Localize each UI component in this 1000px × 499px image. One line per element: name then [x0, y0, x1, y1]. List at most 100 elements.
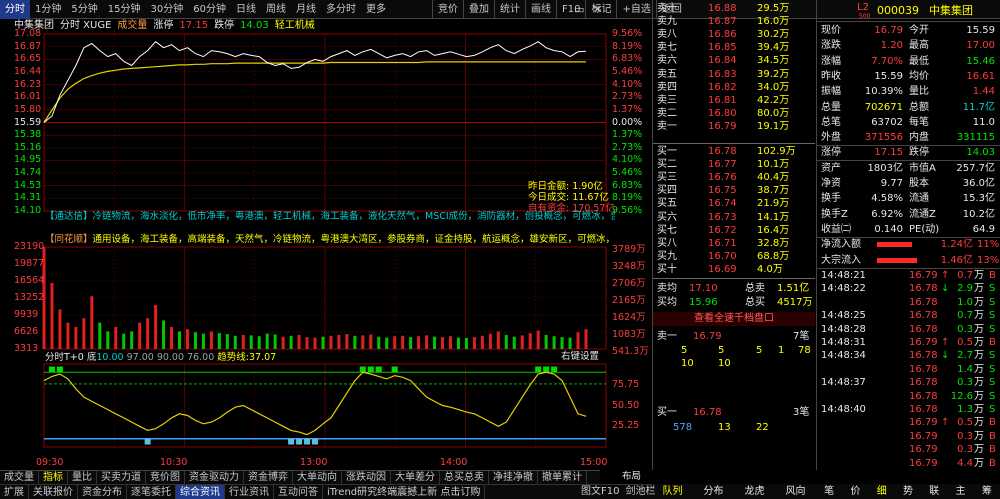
- toolbar-action-3[interactable]: 画线: [525, 0, 556, 19]
- toolbar-tab-9[interactable]: 多分时: [321, 0, 361, 19]
- volume-bar: [409, 337, 413, 349]
- tick-row[interactable]: 14:48:21 16.79 ↑ 0.7 万 B: [817, 269, 1000, 282]
- tick-tab-4[interactable]: 联: [929, 484, 939, 499]
- info-tab-right-1[interactable]: 剑池栏: [622, 484, 658, 499]
- indicator-tab-12[interactable]: 撤单累计: [538, 471, 587, 484]
- indicator-tab-1[interactable]: 指标: [39, 471, 68, 484]
- toolbar-tab-5[interactable]: 60分钟: [188, 0, 231, 19]
- tick-row[interactable]: 16.79 0.3 万 B: [817, 430, 1000, 443]
- tick-row[interactable]: 16.79 0.3 万 B: [817, 443, 1000, 456]
- toolbar-tab-8[interactable]: 月线: [291, 0, 321, 19]
- indicator-tab-2[interactable]: 量比: [68, 471, 97, 484]
- orderbook-row[interactable]: 卖三 16.81 42.2万: [653, 94, 815, 107]
- tick-tab-5[interactable]: 主: [956, 484, 966, 499]
- tick-tab-6[interactable]: 筹: [982, 484, 992, 499]
- tick-row[interactable]: 14:48:22 16.78 ↓ 2.9 万 S: [817, 282, 1000, 295]
- tick-row[interactable]: 16.78 12.6 万 S: [817, 390, 1000, 403]
- toolbar-tab-4[interactable]: 30分钟: [145, 0, 188, 19]
- toolbar-action-1[interactable]: 叠加: [463, 0, 494, 19]
- tick-row[interactable]: 14:48:37 16.78 0.3 万 S: [817, 376, 1000, 389]
- orderbook-tab-0[interactable]: 队列: [663, 484, 683, 499]
- orderbook-row[interactable]: 买一 16.78 102.9万: [653, 145, 815, 158]
- quote-value: 0.140: [874, 223, 903, 235]
- indicator-tab-4[interactable]: 竞价图: [146, 471, 185, 484]
- orderbook-row[interactable]: 买四 16.75 38.7万: [653, 184, 815, 197]
- tick-row[interactable]: 14:48:34 16.78 ↓ 2.7 万 S: [817, 349, 1000, 362]
- tick-row[interactable]: 14:48:31 16.79 ↑ 0.5 万 B: [817, 336, 1000, 349]
- orderbook-row[interactable]: 卖十 16.88 29.5万: [653, 2, 815, 15]
- orderbook-row[interactable]: 买八 16.71 32.8万: [653, 237, 815, 250]
- tick-row[interactable]: 16.78 1.4 万 S: [817, 363, 1000, 376]
- info-tab-5[interactable]: 行业资讯: [225, 485, 274, 499]
- tick-row[interactable]: 14:48:40 16.78 1.3 万 S: [817, 403, 1000, 416]
- orderbook-tab-2[interactable]: 龙虎: [745, 484, 765, 499]
- tick-volume: 4.4: [957, 457, 973, 469]
- info-tab-7[interactable]: iTrend研究终端震撼上新 点击订购: [323, 485, 486, 499]
- tick-tab-0[interactable]: 笔: [824, 484, 834, 499]
- orderbook-row[interactable]: 买二 16.77 10.1万: [653, 158, 815, 171]
- news-strip-tdx[interactable]: 【通达信】冷链物流，海水淡化，低市净率，粤港澳，轻工机械，海工装备，液化天然气，…: [45, 210, 615, 224]
- volume-bar: [233, 335, 237, 349]
- toolbar-tab-3[interactable]: 15分钟: [103, 0, 146, 19]
- indicator-tab-6[interactable]: 资金博弈: [244, 471, 293, 484]
- orderbook-row[interactable]: 卖二 16.80 80.0万: [653, 107, 815, 120]
- indicator-tab-11[interactable]: 净挂净撤: [489, 471, 538, 484]
- tick-row[interactable]: 14:48:25 16.78 0.7 万 S: [817, 309, 1000, 322]
- indicator-tab-5[interactable]: 资金驱动力: [185, 471, 244, 484]
- orderbook-row[interactable]: 卖六 16.84 34.5万: [653, 54, 815, 67]
- indicator-tab-7[interactable]: 大单动向: [293, 471, 342, 484]
- info-tab-0[interactable]: 扩展: [0, 485, 29, 499]
- tick-side: S: [989, 350, 996, 362]
- orderbook-row[interactable]: 卖五 16.83 39.2万: [653, 68, 815, 81]
- orderbook-row[interactable]: 买五 16.74 21.9万: [653, 197, 815, 210]
- info-tab-2[interactable]: 资金分布: [78, 485, 127, 499]
- info-tab-4[interactable]: 综合资讯: [176, 485, 225, 499]
- toolbar-action-2[interactable]: 统计: [494, 0, 525, 19]
- info-tab-6[interactable]: 互动问答: [274, 485, 323, 499]
- orderbook-row[interactable]: 卖四 16.82 34.0万: [653, 81, 815, 94]
- toolbar-action-0[interactable]: 竞价: [432, 0, 463, 19]
- tick-tab-3[interactable]: 势: [903, 484, 913, 499]
- indicator-tab-0[interactable]: 成交量: [0, 471, 39, 484]
- indicator-settings[interactable]: 右键设置: [561, 351, 599, 363]
- orderbook-row[interactable]: 买三 16.76 40.4万: [653, 171, 815, 184]
- orderbook-row[interactable]: 卖一 16.79 19.1万: [653, 120, 815, 133]
- indicator-tab-10[interactable]: 总买总卖: [440, 471, 489, 484]
- orderbook-row[interactable]: 卖七 16.85 39.4万: [653, 41, 815, 54]
- full-depth-link[interactable]: 查看全速千档盘口: [653, 312, 815, 326]
- close-icon[interactable]: ✕: [593, 0, 602, 19]
- toolbar-action-6[interactable]: +自选: [616, 0, 655, 19]
- quote-label: 资产: [821, 162, 841, 174]
- orderbook-price: 16.85: [708, 42, 737, 54]
- orderbook-row[interactable]: 买六 16.73 14.1万: [653, 211, 815, 224]
- orderbook-row[interactable]: 卖九 16.87 16.0万: [653, 15, 815, 28]
- toolbar-tab-0[interactable]: 分时: [0, 0, 30, 19]
- orderbook-tab-1[interactable]: 分布: [704, 484, 724, 499]
- info-tab-3[interactable]: 逐笔委托: [127, 485, 176, 499]
- toolbar-tab-2[interactable]: 5分钟: [66, 0, 102, 19]
- tick-tab-2[interactable]: 细: [877, 484, 887, 499]
- info-tab-1[interactable]: 关联报价: [29, 485, 78, 499]
- indicator-tab-3[interactable]: 买卖力道: [97, 471, 146, 484]
- restore-icon[interactable]: ▭: [574, 0, 584, 19]
- toolbar-tab-7[interactable]: 周线: [261, 0, 291, 19]
- orderbook-row[interactable]: 买十 16.69 4.0万: [653, 263, 815, 276]
- news-strip-ths[interactable]: 【同花顺】通用设备，海工装备，高端装备，天然气，冷链物流，粤港澳大湾区，参股券商…: [45, 233, 615, 247]
- orderbook-tab-3[interactable]: 风向: [786, 484, 806, 499]
- layout-button[interactable]: 布局: [622, 468, 641, 482]
- toolbar-tab-10[interactable]: 更多: [361, 0, 391, 19]
- tick-tab-1[interactable]: 价: [850, 484, 860, 499]
- tick-row[interactable]: 16.79 ↑ 0.5 万 B: [817, 416, 1000, 429]
- info-tab-right-0[interactable]: 图文F10: [578, 484, 622, 499]
- orderbook-row[interactable]: 卖八 16.86 30.2万: [653, 28, 815, 41]
- tick-row[interactable]: 16.78 1.0 万 S: [817, 296, 1000, 309]
- tick-row[interactable]: 14:48:28 16.78 0.3 万 S: [817, 323, 1000, 336]
- orderbook-row[interactable]: 买七 16.72 16.4万: [653, 224, 815, 237]
- toolbar-tab-6[interactable]: 日线: [231, 0, 261, 19]
- toolbar-tab-1[interactable]: 1分钟: [30, 0, 66, 19]
- indicator-tab-9[interactable]: 大单差分: [391, 471, 440, 484]
- orderbook-level-label: 买一: [657, 146, 677, 157]
- orderbook-row[interactable]: 买九 16.70 68.8万: [653, 250, 815, 263]
- tick-row[interactable]: 16.79 4.4 万 B: [817, 457, 1000, 470]
- indicator-tab-8[interactable]: 涨跌动因: [342, 471, 391, 484]
